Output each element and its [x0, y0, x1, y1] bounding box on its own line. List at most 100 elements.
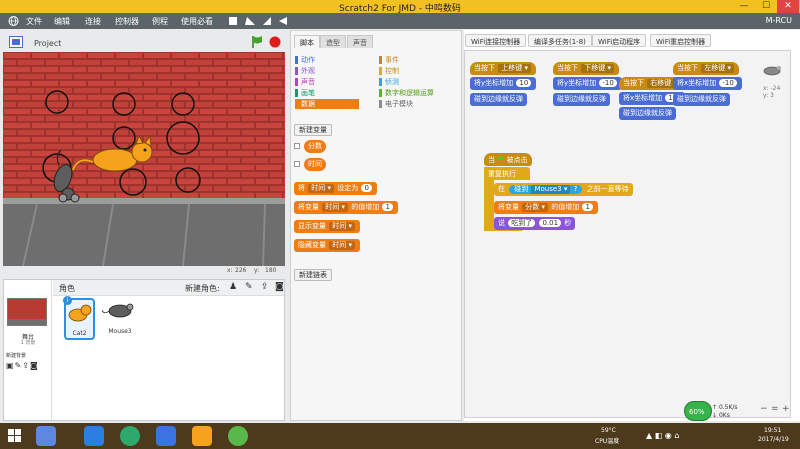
upload-backdrop-icon[interactable]: ⇪	[22, 361, 30, 370]
variable-reporter-score[interactable]: 分数	[304, 140, 326, 153]
close-button[interactable]: ✕	[777, 0, 799, 13]
sprite-tile-mouse3[interactable]: Mouse3	[100, 298, 140, 340]
key-hat-block-down[interactable]: 当按下 下移键 ▾	[553, 62, 619, 75]
scratch-app-icon[interactable]	[192, 426, 212, 446]
sprite-x: x: -24	[763, 85, 781, 92]
menu-file[interactable]: 文件	[26, 16, 42, 27]
menu-controller[interactable]: 控制器	[115, 16, 139, 27]
project-title[interactable]: Project	[34, 39, 61, 48]
title-bar: Scratch2 For JMD - 中鸣数码 — ☐ ✕	[0, 0, 800, 14]
wifi-restart-button[interactable]: WiFi重启控制器	[650, 34, 712, 47]
category-motion[interactable]: 动作	[295, 55, 315, 65]
mouse-y-value: 180	[265, 267, 277, 274]
menu-examples[interactable]: 例程	[152, 16, 168, 27]
category-data[interactable]: 数据	[295, 99, 359, 109]
globe-icon[interactable]	[8, 16, 19, 26]
category-operators[interactable]: 数字和逻辑运算	[379, 88, 434, 98]
key-hat-block-up[interactable]: 当按下 上移键 ▾	[470, 62, 536, 75]
wifi-start-button[interactable]: WiFi启动程序	[592, 34, 647, 47]
script-canvas[interactable]: 当按下 上移键 ▾ 将y坐标增加 10 碰到边缘就反弹 当按下 下移键 ▾ 将y…	[464, 50, 791, 418]
current-sprite-thumb[interactable]	[760, 63, 784, 77]
duplicate-icon[interactable]	[229, 17, 237, 25]
green-flag-icon: ⚑	[497, 155, 505, 164]
category-sound[interactable]: 声音	[295, 77, 315, 87]
key-hat-block-left[interactable]: 当按下 左移键 ▾	[673, 62, 739, 75]
camera-icon[interactable]: ◙	[275, 282, 284, 292]
category-color-bar	[295, 56, 298, 64]
fullscreen-icon[interactable]	[9, 36, 23, 48]
change-score-block[interactable]: 将变量 分数 ▾ 的值增加 1	[494, 201, 598, 214]
new-list-button[interactable]: 新建链表	[294, 269, 332, 281]
stage-thumbnail[interactable]	[7, 298, 47, 326]
bounce-block[interactable]: 碰到边缘就反弹	[470, 93, 527, 106]
wifi-connect-button[interactable]: WiFi连接控制器	[465, 34, 527, 47]
variable-checkbox[interactable]	[294, 161, 300, 167]
stop-icon[interactable]	[269, 36, 281, 48]
bounce-block[interactable]: 碰到边缘就反弹	[619, 107, 676, 120]
net-speed-widget[interactable]: 60%	[684, 401, 712, 421]
menu-edit[interactable]: 编辑	[54, 16, 70, 27]
hide-variable-block[interactable]: 隐藏变量 时间 ▾	[294, 239, 360, 252]
stage-backdrop-count: 1 背景	[20, 340, 36, 346]
category-electronics[interactable]: 电子模块	[379, 99, 413, 109]
sprite-name: Cat2	[72, 330, 87, 337]
change-variable-block[interactable]: 将变量 时间 ▾ 的值增加 1	[294, 201, 398, 214]
green-flag-icon[interactable]	[251, 35, 263, 48]
tab-costumes[interactable]: 造型	[320, 35, 346, 48]
change-y-block[interactable]: 将y坐标增加 10	[470, 77, 537, 90]
bounce-block[interactable]: 碰到边缘就反弹	[553, 93, 610, 106]
sprite-tile-cat2[interactable]: i Cat2	[63, 296, 95, 340]
taskbar: 59°C CPU温度 ▲ ◧ ◉ ⌂ 19:51 2017/4/19	[0, 423, 800, 449]
compile-multitask-button[interactable]: 编译多任务(1-8)	[528, 34, 592, 47]
sprite-library-icon[interactable]: ♟	[229, 282, 237, 292]
sprites-pane: 角色 新建角色: ♟ ✎ ⇪ ◙ 舞台 1 背景 新建背景 ▣✎⇪◙ i Cat…	[3, 279, 285, 421]
category-events[interactable]: 事件	[379, 55, 399, 65]
show-variable-block[interactable]: 显示变量 时间 ▾	[294, 220, 360, 233]
new-sprite-label: 新建角色:	[185, 284, 220, 293]
variable-reporter-time[interactable]: 时间	[304, 158, 326, 171]
delete-icon[interactable]	[245, 17, 255, 25]
grow-icon[interactable]	[263, 17, 271, 25]
change-x-block[interactable]: 将x坐标增加 -10	[673, 77, 742, 90]
menu-connect[interactable]: 连接	[85, 16, 101, 27]
app-store-icon[interactable]	[36, 426, 56, 446]
menu-must-read[interactable]: 使用必看	[181, 16, 213, 27]
refresh-app-icon[interactable]	[228, 426, 248, 446]
shrink-icon[interactable]	[279, 17, 287, 25]
upload-sprite-icon[interactable]: ⇪	[261, 282, 269, 292]
cloud-disk-icon[interactable]	[84, 426, 104, 446]
tray-icons[interactable]: ▲ ◧ ◉ ⌂	[646, 431, 679, 440]
forever-label: 重复执行	[488, 170, 516, 178]
tab-sounds[interactable]: 声音	[347, 35, 373, 48]
set-variable-block[interactable]: 将 时间 ▾ 设定为 0	[294, 182, 377, 195]
wait-until-block[interactable]: 在 碰到 Mouse3 ▾ ? 之前一直等待	[494, 183, 633, 196]
stage-header: Project	[3, 30, 285, 52]
say-for-secs-block[interactable]: 说 吃到了 0.01 秒	[494, 217, 576, 230]
zoom-reset-button[interactable]: =	[771, 404, 779, 414]
zoom-out-button[interactable]: −	[760, 404, 768, 414]
tab-scripts[interactable]: 脚本	[294, 35, 320, 48]
category-pen[interactable]: 画笔	[295, 88, 315, 98]
backdrop-camera-icon[interactable]: ◙	[30, 361, 39, 370]
sprite-y: y: 3	[763, 92, 774, 99]
baidu-icon[interactable]	[156, 426, 176, 446]
category-control[interactable]: 控制	[379, 66, 399, 76]
zoom-in-button[interactable]: +	[782, 404, 790, 414]
green-flag-hat-block[interactable]: 当 ⚑ 被点击	[484, 153, 532, 166]
maximize-button[interactable]: ☐	[755, 0, 777, 13]
sprites-header-label: 角色	[59, 284, 75, 293]
minimize-button[interactable]: —	[733, 0, 755, 13]
touching-block[interactable]: 碰到 Mouse3 ▾ ?	[509, 185, 583, 194]
browser-icon[interactable]	[120, 426, 140, 446]
category-looks[interactable]: 外观	[295, 66, 315, 76]
category-color-bar	[379, 78, 382, 86]
change-y-block[interactable]: 将y坐标增加 -10	[553, 77, 622, 90]
bounce-block[interactable]: 碰到边缘就反弹	[673, 93, 730, 106]
windows-start-icon[interactable]	[8, 429, 22, 443]
category-sensing[interactable]: 侦测	[379, 77, 399, 87]
backdrop-library-icon[interactable]: ▣	[6, 361, 15, 370]
stage-canvas[interactable]	[3, 52, 285, 266]
new-variable-button[interactable]: 新建变量	[294, 124, 332, 136]
paint-sprite-icon[interactable]: ✎	[245, 282, 253, 292]
variable-checkbox[interactable]	[294, 143, 300, 149]
